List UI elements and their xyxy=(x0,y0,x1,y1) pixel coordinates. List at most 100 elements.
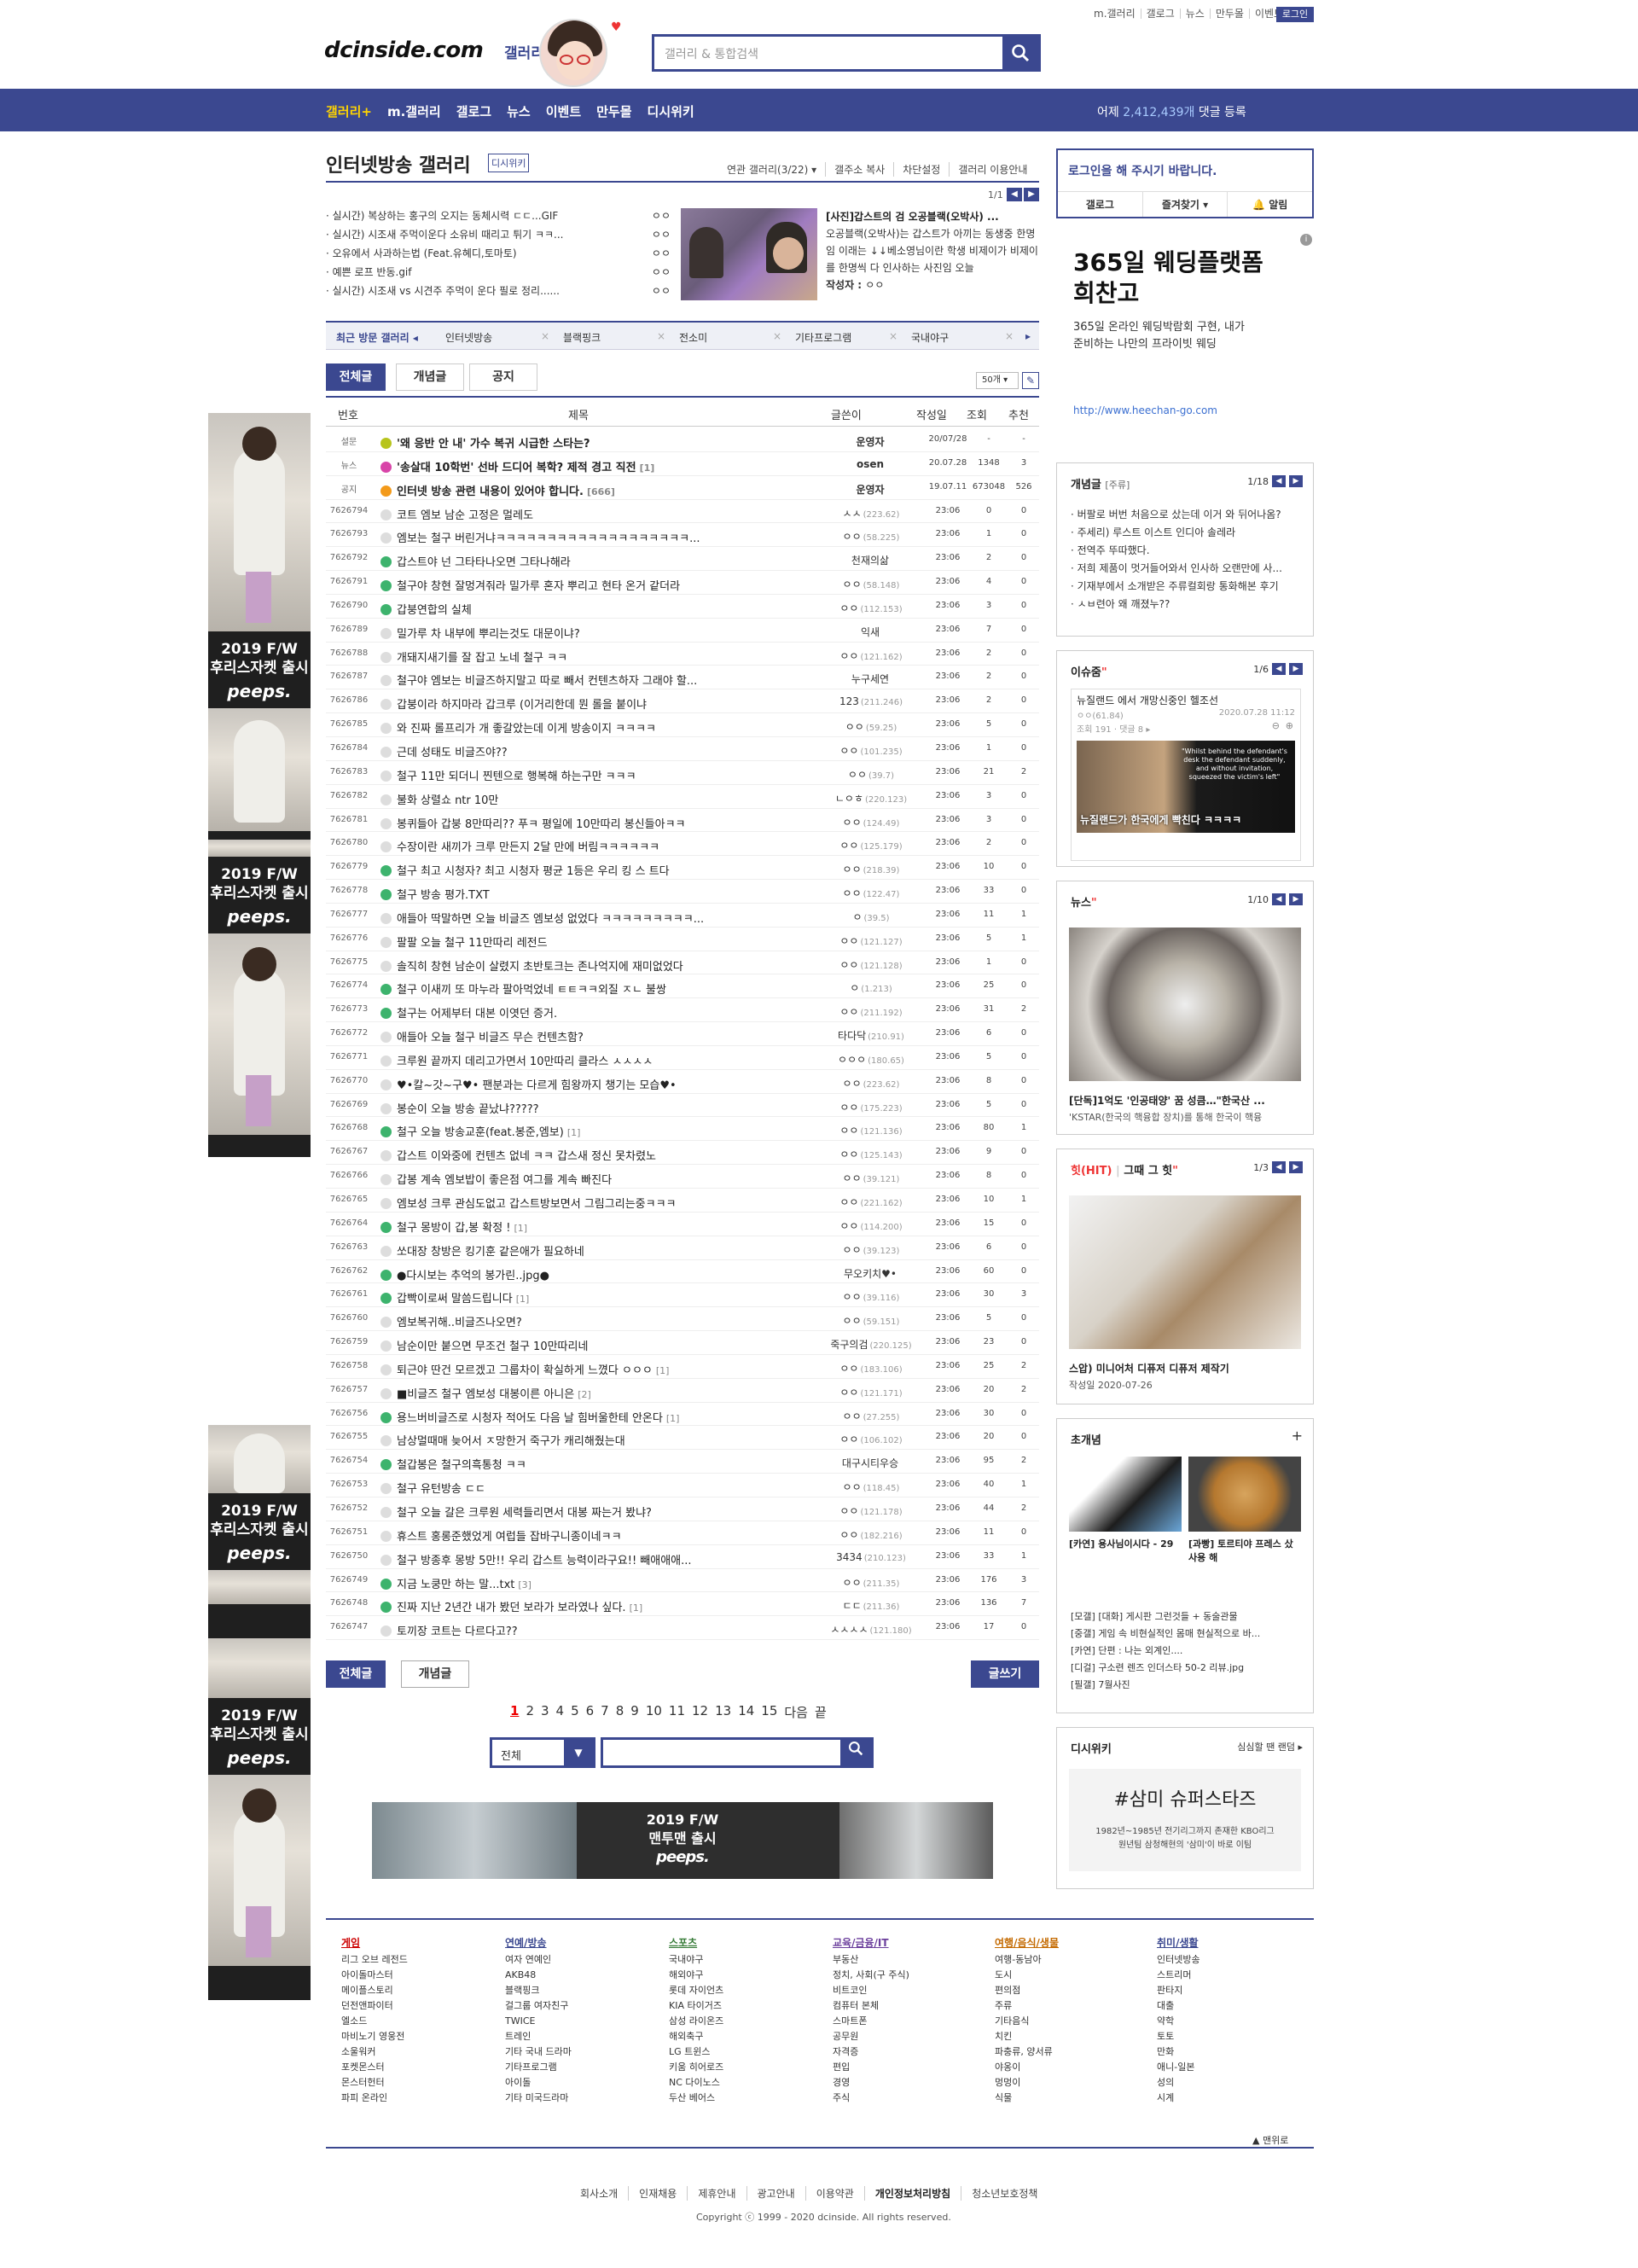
post-writer[interactable]: ㅇㅇ (39.123) xyxy=(816,1242,926,1257)
page-link[interactable]: 3 xyxy=(541,1703,549,1721)
issue-feature[interactable]: [사진]갑스트의 검 오공블랙(오박사) ... 오공블랙(오박사)는 갑스트가… xyxy=(826,208,1039,294)
reply-count[interactable]: [2] xyxy=(578,1389,591,1400)
hit-box-sub[interactable]: 그때 그 힛 xyxy=(1124,1165,1172,1178)
post-title[interactable]: 크루원 끝까지 데리고가면서 10만따리 클라스 ㅅㅅㅅㅅ xyxy=(380,1052,824,1068)
footer-category-link[interactable]: 부동산 xyxy=(833,1952,952,1968)
post-title[interactable]: 철구 방종후 몽방 5만!! 우리 갑스트 능력이라구요!! 빼애애애... xyxy=(380,1551,824,1567)
left-ad-banner[interactable]: 2019 F/W 후리스자켓 출시 peeps. xyxy=(208,1425,311,1638)
issue-item[interactable]: · 예쁜 로프 반동.gif ㅇㅇ xyxy=(326,265,671,283)
table-row[interactable]: 설문 '왜 응반 안 내' 가수 복귀 시급한 스타는? 운영자 20/07/28 - - xyxy=(326,428,1039,452)
post-writer[interactable]: 3434 (210.123) xyxy=(816,1551,926,1563)
plus-icon[interactable]: + xyxy=(1292,1428,1303,1444)
table-row[interactable]: 뉴스 '송살대 10학번' 선바 드디어 복학? 제적 경고 직전 [1] osen 2… xyxy=(326,452,1039,476)
footer-category-link[interactable]: 공무원 xyxy=(833,2029,952,2044)
footer-category-link[interactable]: 국내야구 xyxy=(669,1952,788,1968)
chogaenyeom-image[interactable] xyxy=(1069,1457,1182,1532)
page-link[interactable]: 8 xyxy=(616,1703,624,1721)
issue-item[interactable]: · 오유에서 사과하는법 (Feat.유혜디,토마토) ㅇㅇ xyxy=(326,246,671,265)
post-writer[interactable]: 무오키치♥• xyxy=(816,1266,926,1281)
dcwiki-keyword[interactable]: #삼미 슈퍼스타즈 xyxy=(1069,1784,1301,1811)
hit-headline[interactable]: 스압) 미니어처 디퓨저 디퓨저 제작기 xyxy=(1069,1361,1229,1375)
search-input[interactable]: 갤러리 & 통합검색 xyxy=(665,45,758,62)
footer-category-link[interactable]: 스트리머 xyxy=(1157,1968,1276,1983)
table-row[interactable]: 7626750 철구 방종후 몽방 5만!! 우리 갑스트 능력이라구요!! 빼애… xyxy=(326,1545,1039,1569)
info-icon[interactable]: i xyxy=(1300,234,1312,246)
post-writer[interactable]: ㅇㅇ (121.162) xyxy=(816,648,926,663)
table-row[interactable]: 7626751 휴스트 홍롱준했었게 여럽들 잡바구니종이네ㅋㅋ ㅇㅇ (182.21… xyxy=(326,1521,1039,1545)
post-title[interactable]: 솔직히 창현 남순이 살렸지 초반토크는 존나억지에 재미없었다 xyxy=(380,957,824,974)
concept-item[interactable]: · 기재부에서 소개받은 주류컬회랑 통화해본 후기 xyxy=(1071,578,1301,596)
chogaenyeom-item[interactable]: [모갤] [대화] 게시판 그런것들 + 동술관물 xyxy=(1071,1608,1301,1625)
post-title[interactable]: 지금 노쿵만 하는 말...txt [3] xyxy=(380,1575,824,1591)
close-icon[interactable]: × xyxy=(889,330,897,342)
right-ad[interactable]: i 365일 웨딩플랫폼 희찬고 365일 온라인 웨딩박람회 구현, 내가 준비하… xyxy=(1056,229,1314,442)
chogaenyeom-image[interactable] xyxy=(1188,1457,1301,1532)
chogaenyeom-item[interactable]: [카연] 단편 : 나는 외계인.... xyxy=(1071,1643,1301,1660)
table-row[interactable]: 7626782 불화 상렬쇼 ntr 10만 ㄴㅇㅎ (220.123) 23:06 3 0 xyxy=(326,785,1039,809)
table-row[interactable]: 공지 인터넷 방송 관련 내용이 있어야 합니다. [666] 운영자 19.07.11… xyxy=(326,476,1039,500)
footer-category-link[interactable]: 던전앤파이터 xyxy=(341,1998,461,2014)
post-title[interactable]: 근데 성태도 비글즈야?? xyxy=(380,743,824,759)
post-writer[interactable]: 대구시티우승 xyxy=(816,1456,926,1470)
chogaenyeom-item[interactable]: [디걸] 구소련 렌즈 인더스타 50-2 리뷰.jpg xyxy=(1071,1660,1301,1677)
util-link-mall[interactable]: 만두몰 xyxy=(1211,9,1250,19)
issue-zoom-title[interactable]: 이슈줌 xyxy=(1071,666,1101,679)
post-writer[interactable]: ㅇㅇ (58.148) xyxy=(816,577,926,591)
reply-count[interactable]: [1] xyxy=(630,1602,643,1614)
reply-count[interactable]: [666] xyxy=(587,486,615,497)
reply-count[interactable]: [1] xyxy=(516,1294,530,1305)
post-writer[interactable]: ㅇㅇ (59.151) xyxy=(816,1313,926,1328)
recent-visit-label[interactable]: 최근 방문 갤러리 ◂ xyxy=(336,330,418,345)
table-row[interactable]: 7626747 토끼장 코트는 다르다고?? ㅅㅅㅅㅅ (121.180) 23:06 1… xyxy=(326,1616,1039,1641)
search-icon[interactable] xyxy=(840,1740,871,1765)
post-title[interactable]: 철구는 어제부터 대본 이엿던 증거. xyxy=(380,1004,824,1021)
table-row[interactable]: 7626762 ●다시보는 추억의 봉가린..jpg● 무오키치♥• 23:06 60 0 xyxy=(326,1260,1039,1284)
footer-category-link[interactable]: 아이돌마스터 xyxy=(341,1968,461,1983)
post-writer[interactable]: ㅇㅇㅇ (180.65) xyxy=(816,1052,926,1067)
post-title[interactable]: 철구 오늘 갈은 크루원 세력들리면서 대봉 짜는거 봤냐? xyxy=(380,1503,824,1520)
post-writer[interactable]: ㅇ (1.213) xyxy=(816,980,926,995)
nav-wiki[interactable]: 디시위키 xyxy=(648,102,694,120)
post-writer[interactable]: 123 (211.246) xyxy=(816,695,926,707)
footer-category-link[interactable]: 치킨 xyxy=(995,2029,1114,2044)
related-gallery-dropdown[interactable]: 연관 갤러리(3/22) ▾ xyxy=(718,162,827,177)
reply-count[interactable]: [1] xyxy=(567,1127,581,1138)
gallery-title[interactable]: 인터넷방송 갤러리 xyxy=(326,150,471,177)
post-title[interactable]: 철갑봉은 철구의흑통청 ㅋㅋ xyxy=(380,1456,824,1472)
footer-category-link[interactable]: 롯데 자이언츠 xyxy=(669,1983,788,1998)
left-ad-banner[interactable]: 2019 F/W 후리스자켓 출시 peeps. xyxy=(208,413,311,840)
post-writer[interactable]: ㅇㅇ (39.121) xyxy=(816,1171,926,1185)
page-link[interactable]: 12 xyxy=(692,1703,708,1721)
bottom-search-select[interactable]: 전체 ▼ xyxy=(490,1737,595,1768)
post-title[interactable]: 용느버비글즈로 시청자 적어도 다음 날 힘버울한테 안온다 [1] xyxy=(380,1409,824,1425)
util-link-mgallery[interactable]: m.갤러리 xyxy=(1089,9,1141,19)
post-title[interactable]: 갑스트야 넌 그타타나오면 그타나해라 xyxy=(380,553,824,569)
news-headline[interactable]: [단독]1억도 '인공태양' 꿈 성큼…"한국산 ... xyxy=(1069,1093,1301,1108)
bottom-ad-banner[interactable]: 2019 F/W 맨투맨 출시 peeps. xyxy=(372,1802,993,1879)
post-title[interactable]: 인터넷 방송 관련 내용이 있어야 합니다. [666] xyxy=(380,482,824,498)
table-row[interactable]: 7626754 철갑봉은 철구의흑통청 ㅋㅋ 대구시티우승 23:06 95 2 xyxy=(326,1450,1039,1474)
footer-category-link[interactable]: 성의 xyxy=(1157,2075,1276,2091)
post-writer[interactable]: ㅅㅅㅅㅅ (121.180) xyxy=(816,1622,926,1637)
post-writer[interactable]: ㅇ (39.5) xyxy=(816,910,926,924)
bottom-all-button[interactable]: 전체글 xyxy=(326,1660,386,1688)
post-title[interactable]: ■비글즈 철구 엠보성 대봉이른 아니은 [2] xyxy=(380,1385,824,1401)
chogaenyeom-item[interactable]: [중갤] 게임 속 비현실적인 몸매 현실적으로 바... xyxy=(1071,1625,1301,1643)
prev-icon[interactable]: ◀ xyxy=(1272,893,1286,905)
table-row[interactable]: 7626787 철구야 엠보는 비글즈하지말고 따로 빼서 컨텐츠하자 그래야 할… xyxy=(326,666,1039,690)
post-title[interactable]: 애들아 딱말하면 오늘 비글즈 엠보성 없었다 ㅋㅋㅋㅋㅋㅋㅋㅋㅋ... xyxy=(380,910,824,926)
table-row[interactable]: 7626755 남상멀때매 늦어서 ㅈ망한거 죽구가 캐리해줬는대 ㅇㅇ (106.1… xyxy=(326,1426,1039,1451)
post-title[interactable]: ●다시보는 추억의 봉가린..jpg● xyxy=(380,1266,824,1282)
footer-category-link[interactable]: 삼성 라이온즈 xyxy=(669,2014,788,2029)
post-title[interactable]: 엠보성 크루 관심도없고 갑스트방보면서 그림그리는중ㅋㅋㅋ xyxy=(380,1195,824,1211)
footer-category-title[interactable]: 스포츠 xyxy=(669,1935,788,1951)
post-writer[interactable]: ㅇㅇ (182.216) xyxy=(816,1527,926,1542)
footer-category-title[interactable]: 연예/방송 xyxy=(505,1935,624,1951)
post-writer[interactable]: 운영자 xyxy=(816,482,926,497)
post-writer[interactable]: ㅇㅇ (121.127) xyxy=(816,933,926,948)
footer-category-title[interactable]: 게임 xyxy=(341,1935,461,1951)
post-writer[interactable]: ㅇㅇ (27.255) xyxy=(816,1409,926,1423)
issue-prev-button[interactable]: ◀ xyxy=(1007,188,1022,201)
pencil-icon[interactable]: ✎ xyxy=(1022,372,1039,389)
chogaenyeom-caption[interactable]: [카연] 용사님이시다 - 29 xyxy=(1069,1537,1182,1550)
